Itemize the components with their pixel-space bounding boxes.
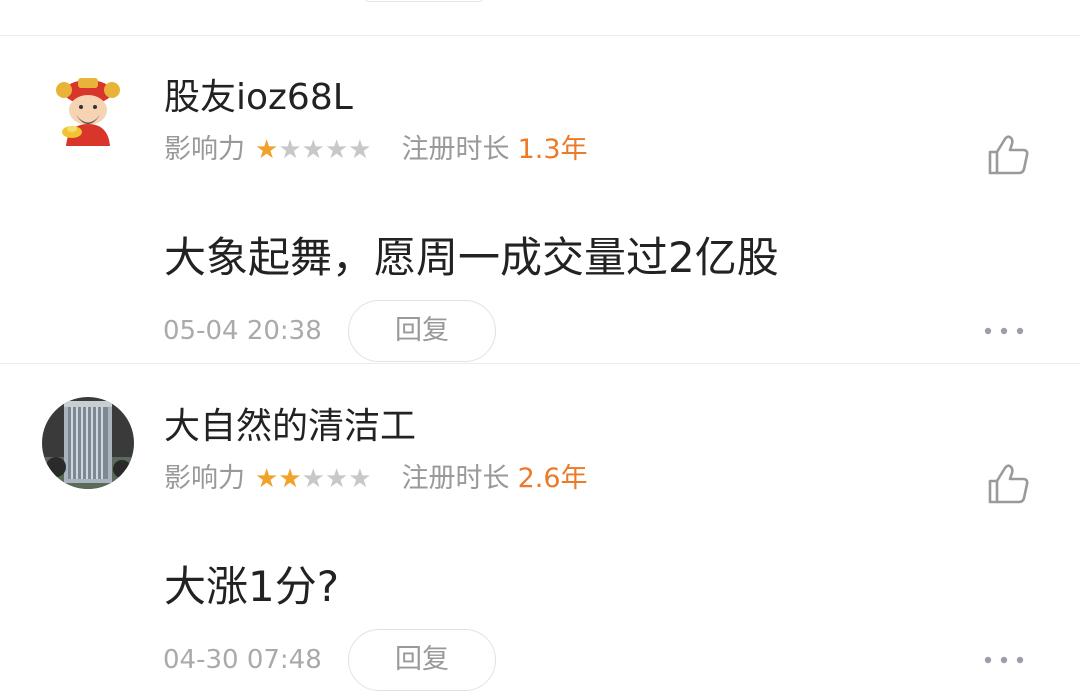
comment-text: 大涨1分?	[164, 562, 340, 611]
more-options-icon[interactable]	[984, 324, 1024, 338]
comment-item: 大自然的清洁工 影响力 ★ ★ ★ ★ ★ 注册时长 2.6年 大涨1分? 04…	[0, 364, 1080, 692]
thumbs-up-icon[interactable]	[984, 131, 1032, 179]
radiator-photo-avatar-icon	[42, 397, 134, 489]
username[interactable]: 大自然的清洁工	[164, 405, 416, 449]
more-options-icon[interactable]	[984, 653, 1024, 667]
registration-value: 2.6年	[517, 463, 588, 494]
star-icon: ★	[301, 464, 325, 494]
reply-button[interactable]: 回复	[348, 629, 496, 691]
influence-rating: ★ ★ ★ ★ ★	[255, 133, 372, 167]
avatar[interactable]	[42, 397, 134, 489]
influence-label: 影响力	[164, 463, 245, 494]
star-icon: ★	[278, 464, 302, 494]
registration-value: 1.3年	[517, 134, 588, 165]
caishen-avatar-icon	[42, 68, 134, 160]
avatar[interactable]	[42, 68, 134, 160]
comment-item: 股友ioz68L 影响力 ★ ★ ★ ★ ★ 注册时长 1.3年 大象起舞，愿周…	[0, 35, 1080, 363]
previous-comment-remnant	[0, 0, 1080, 35]
comment-timestamp: 04-30 07:48	[163, 645, 322, 675]
registration-label: 注册时长	[401, 134, 510, 165]
star-icon: ★	[348, 135, 372, 165]
influence-label: 影响力	[164, 134, 245, 165]
star-icon: ★	[324, 464, 349, 494]
user-meta: 影响力 ★ ★ ★ ★ ★ 注册时长 1.3年	[164, 133, 588, 167]
star-icon: ★	[348, 464, 372, 494]
thumbs-up-icon[interactable]	[984, 460, 1032, 508]
star-icon: ★	[255, 464, 279, 494]
star-icon: ★	[301, 135, 325, 165]
user-meta: 影响力 ★ ★ ★ ★ ★ 注册时长 2.6年	[164, 462, 588, 496]
registration-label: 注册时长	[401, 463, 510, 494]
star-icon: ★	[255, 135, 279, 165]
username[interactable]: 股友ioz68L	[164, 76, 353, 120]
previous-reply-button-edge[interactable]	[365, 0, 483, 2]
comment-timestamp: 05-04 20:38	[163, 316, 322, 346]
star-icon: ★	[324, 135, 349, 165]
star-icon: ★	[278, 135, 302, 165]
reply-button[interactable]: 回复	[348, 300, 496, 362]
influence-rating: ★ ★ ★ ★ ★	[255, 462, 372, 496]
comment-text: 大象起舞，愿周一成交量过2亿股	[164, 233, 779, 282]
